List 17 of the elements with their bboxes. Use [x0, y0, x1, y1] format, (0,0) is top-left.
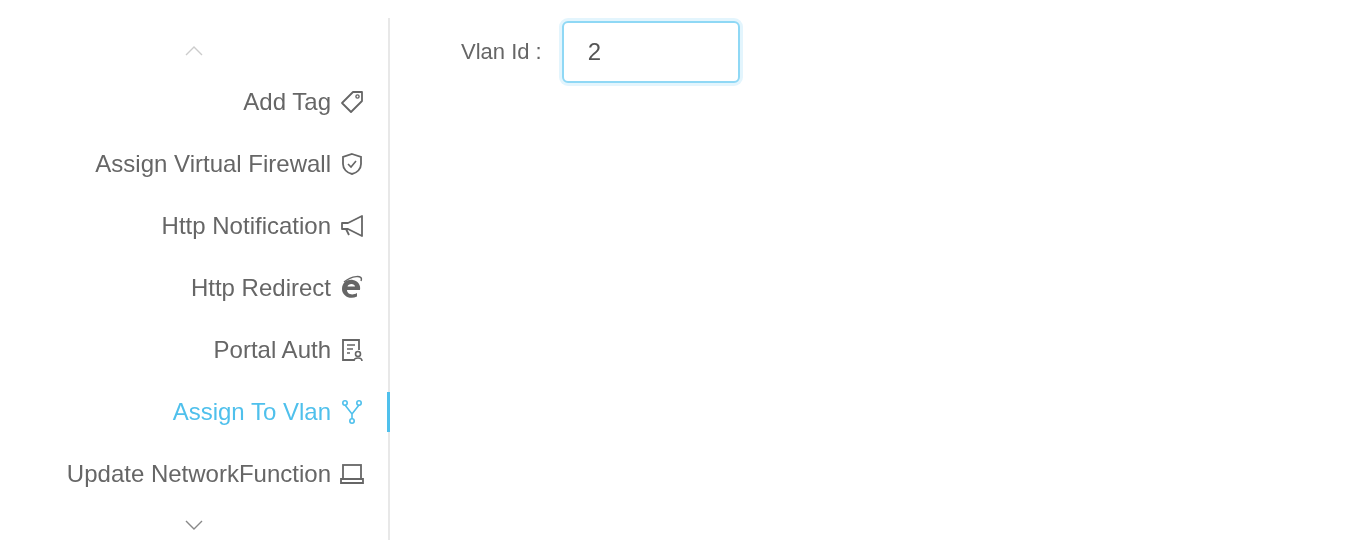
- scroll-down-icon[interactable]: [184, 519, 204, 531]
- branch-icon: [339, 399, 365, 425]
- shield-check-icon: [339, 151, 365, 177]
- sidebar-item[interactable]: Update NetworkFunction: [66, 460, 365, 488]
- vlan-id-field[interactable]: 2: [561, 21, 740, 83]
- sidebar-item[interactable]: Http Notification: [161, 212, 365, 240]
- field-label: Vlan Id :: [461, 39, 542, 65]
- laptop-icon: [339, 461, 365, 487]
- document-user-icon: [339, 337, 365, 363]
- active-indicator: [387, 392, 390, 432]
- sidebar-item[interactable]: Portal Auth: [213, 336, 365, 364]
- sidebar-item[interactable]: Add Tag: [243, 88, 365, 116]
- tag-icon: [339, 89, 365, 115]
- browser-icon: [339, 275, 365, 301]
- sidebar-item[interactable]: Http Redirect: [190, 274, 365, 302]
- sidebar-item[interactable]: Assign Virtual Firewall: [95, 150, 365, 178]
- megaphone-icon: [339, 213, 365, 239]
